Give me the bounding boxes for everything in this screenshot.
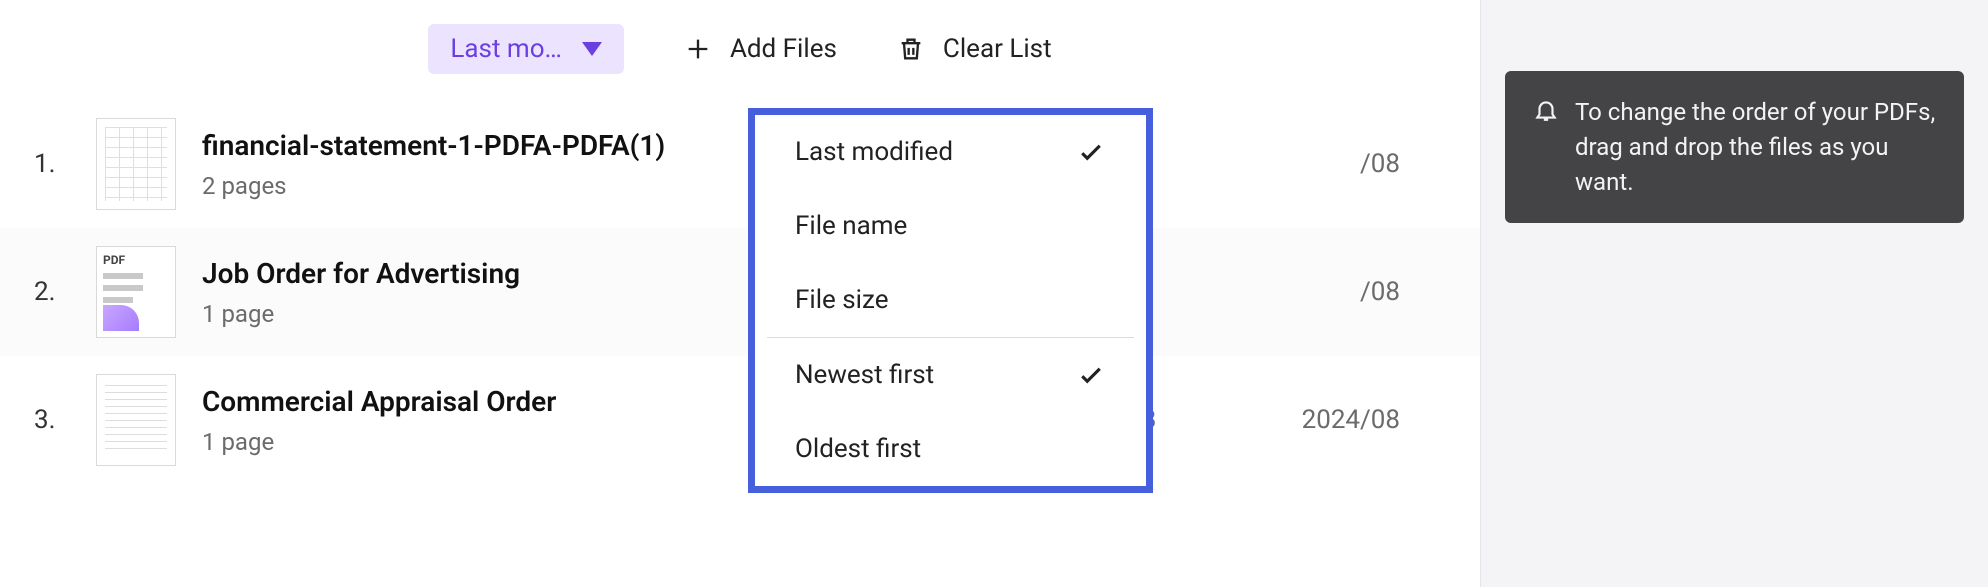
check-icon	[1076, 360, 1106, 390]
side-panel: Combine To change the order of your PDFs…	[1480, 0, 1988, 587]
row-index: 3.	[34, 405, 70, 435]
list-item[interactable]: 2. PDF Job Order for Advertising 1 page …	[0, 228, 1480, 356]
sort-option-oldest-first[interactable]: Oldest first	[755, 412, 1146, 486]
chevron-down-icon	[582, 42, 602, 56]
sort-option-label: Last modified	[795, 137, 953, 167]
trash-icon	[897, 35, 925, 63]
tip-box: To change the order of your PDFs, drag a…	[1505, 71, 1964, 223]
file-thumbnail	[96, 118, 176, 210]
main-panel: Last mo… Add Files Clear List 1. financi…	[0, 0, 1480, 587]
check-icon	[1076, 137, 1106, 167]
add-files-button[interactable]: Add Files	[684, 24, 837, 74]
sort-menu: Last modified File name File size Newest…	[748, 108, 1153, 493]
file-date: /08	[1240, 277, 1400, 307]
sort-option-last-modified[interactable]: Last modified	[755, 115, 1146, 189]
bell-icon	[1533, 97, 1559, 123]
add-files-label: Add Files	[730, 34, 837, 64]
tip-text: To change the order of your PDFs, drag a…	[1575, 95, 1936, 199]
clear-list-label: Clear List	[943, 34, 1052, 64]
file-thumbnail: PDF	[96, 246, 176, 338]
sort-dropdown-button[interactable]: Last mo…	[428, 24, 624, 74]
row-index: 2.	[34, 277, 70, 307]
file-date: /08	[1240, 149, 1400, 179]
sort-option-label: Newest first	[795, 360, 934, 390]
plus-icon	[684, 35, 712, 63]
sort-option-label: File size	[795, 285, 888, 315]
side-panel-title: Combine	[1547, 0, 1667, 3]
sort-dropdown-label: Last mo…	[450, 34, 562, 64]
row-index: 1.	[34, 149, 70, 179]
list-item[interactable]: 3. Commercial Appraisal Order 1 page 189…	[0, 356, 1480, 484]
sort-option-newest-first[interactable]: Newest first	[755, 338, 1146, 412]
file-list: 1. financial-statement-1-PDFA-PDFA(1) 2 …	[0, 100, 1480, 484]
pdf-badge: PDF	[103, 253, 125, 267]
toolbar: Last mo… Add Files Clear List	[0, 24, 1480, 74]
sort-option-label: Oldest first	[795, 434, 921, 464]
sort-option-file-size[interactable]: File size	[755, 263, 1146, 337]
file-date: 2024/08	[1240, 405, 1400, 435]
sort-option-label: File name	[795, 211, 907, 241]
file-thumbnail	[96, 374, 176, 466]
sort-option-file-name[interactable]: File name	[755, 189, 1146, 263]
clear-list-button[interactable]: Clear List	[897, 24, 1052, 74]
list-item[interactable]: 1. financial-statement-1-PDFA-PDFA(1) 2 …	[0, 100, 1480, 228]
